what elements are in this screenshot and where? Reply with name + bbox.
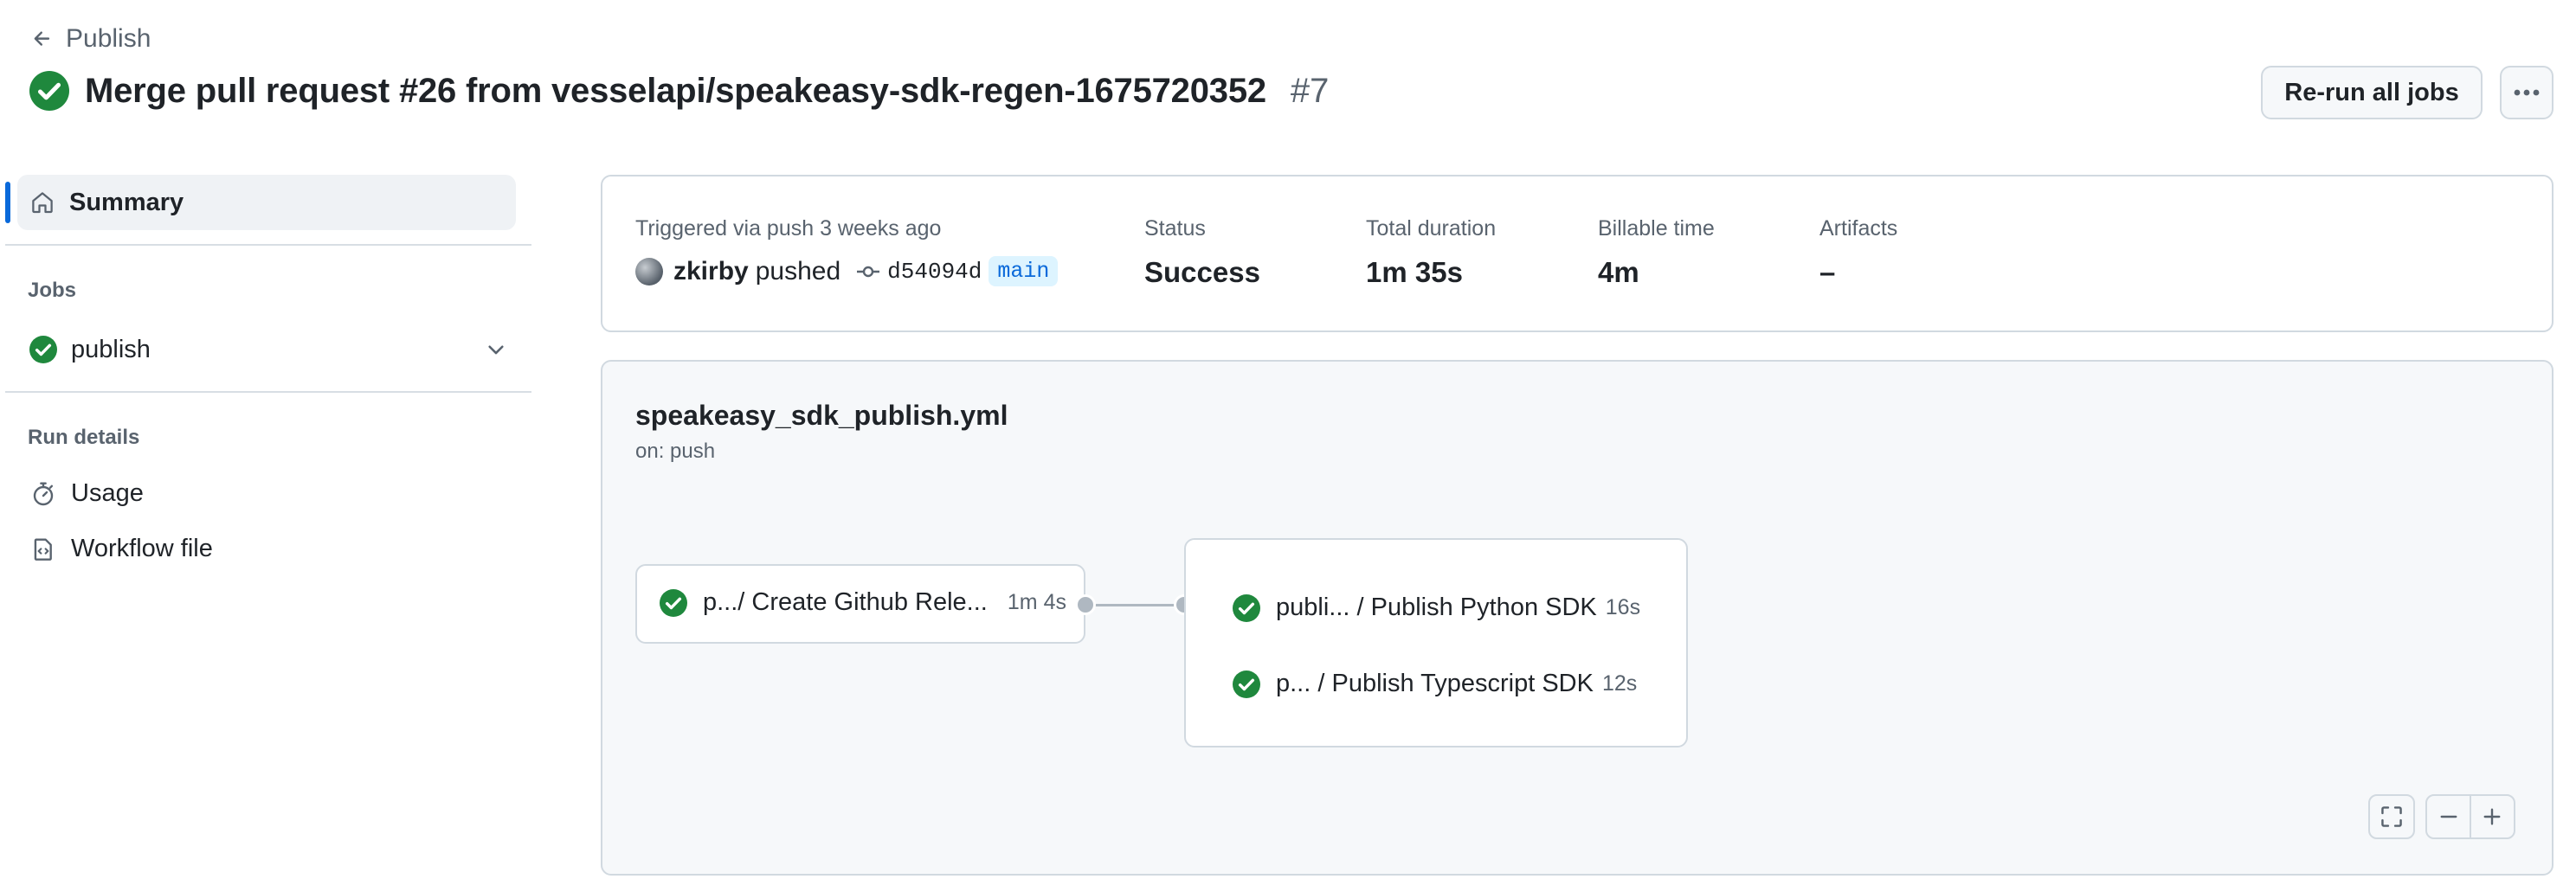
- kebab-horizontal-icon: [2513, 88, 2541, 97]
- trigger-info: zkirby pushed d54094d main: [635, 256, 1059, 286]
- job-label: publish: [71, 335, 151, 363]
- active-indicator: [5, 182, 10, 223]
- status-value: Success: [1144, 256, 1260, 288]
- usage-label: Usage: [71, 479, 144, 507]
- workflow-file-label: Workflow file: [71, 535, 213, 562]
- zoom-in-icon[interactable]: [2471, 806, 2514, 827]
- sidebar-item-summary[interactable]: Summary: [17, 175, 516, 230]
- workflow-file-name[interactable]: speakeasy_sdk_publish.yml: [635, 400, 1008, 432]
- sidebar-item-summary-label: Summary: [69, 188, 184, 216]
- job-duration: 16s: [1605, 595, 1641, 619]
- triggered-label: Triggered via push 3 weeks ago: [635, 216, 942, 241]
- screen-full-icon: [2380, 805, 2403, 828]
- user-link[interactable]: zkirby: [673, 257, 749, 286]
- jobs-heading: Jobs: [28, 279, 77, 302]
- success-check-icon: [1233, 593, 1260, 622]
- rerun-all-jobs-label: Re-run all jobs: [2284, 78, 2459, 106]
- home-icon: [29, 189, 55, 215]
- job-name: p... / Publish Typescript SDK: [1276, 670, 1594, 697]
- more-options-button[interactable]: [2500, 66, 2553, 119]
- git-commit-icon: [856, 263, 880, 280]
- success-check-icon: [29, 336, 57, 363]
- sidebar-item-job-publish[interactable]: publish: [29, 332, 507, 367]
- success-check-icon: [1233, 670, 1260, 698]
- job-node[interactable]: p.../ Create Github Rele... 1m 4s: [635, 564, 1085, 644]
- artifacts-label: Artifacts: [1819, 216, 1898, 241]
- run-title: Merge pull request #26 from vesselapi/sp…: [85, 71, 1266, 110]
- avatar[interactable]: [635, 257, 663, 286]
- commit-sha-link[interactable]: d54094d: [887, 259, 982, 285]
- job-name: publi... / Publish Python SDK: [1276, 593, 1597, 621]
- rerun-all-jobs-button[interactable]: Re-run all jobs: [2261, 66, 2483, 119]
- job-connector-line: [1089, 604, 1186, 606]
- billable-label: Billable time: [1598, 216, 1715, 241]
- arrow-left-icon: [31, 28, 54, 50]
- run-number: #7: [1290, 71, 1330, 110]
- duration-value[interactable]: 1m 35s: [1366, 256, 1463, 289]
- job-row-python[interactable]: publi... / Publish Python SDK 16s: [1233, 593, 1640, 622]
- chevron-down-icon[interactable]: [485, 338, 507, 361]
- job-duration: 12s: [1601, 671, 1638, 696]
- sidebar-divider: [5, 391, 531, 393]
- connector-dot: [1075, 594, 1096, 615]
- file-code-icon: [29, 536, 57, 563]
- success-check-icon: [660, 588, 687, 617]
- fullscreen-button[interactable]: [2368, 794, 2415, 839]
- run-details-heading: Run details: [28, 426, 140, 449]
- sidebar-item-workflow-file[interactable]: Workflow file: [29, 535, 213, 563]
- zoom-out-icon[interactable]: [2427, 806, 2470, 827]
- sidebar-divider: [5, 244, 531, 246]
- page-title: Merge pull request #26 from vesselapi/sp…: [29, 71, 1329, 111]
- billable-value: 4m: [1598, 256, 1639, 288]
- job-name: p.../ Create Github Rele...: [703, 588, 988, 616]
- job-group: publi... / Publish Python SDK 16s p... /…: [1184, 538, 1688, 747]
- sidebar-item-usage[interactable]: Usage: [29, 479, 144, 508]
- stopwatch-icon: [29, 480, 57, 508]
- back-link-label: Publish: [66, 24, 151, 53]
- status-label: Status: [1144, 216, 1206, 241]
- run-summary-card: [601, 175, 2553, 332]
- action-text: pushed: [755, 256, 841, 286]
- job-duration: 1m 4s: [1007, 590, 1066, 614]
- job-row: p.../ Create Github Rele... 1m 4s: [660, 588, 1066, 617]
- workflow-trigger: on: push: [635, 440, 716, 463]
- success-check-icon: [29, 71, 69, 111]
- back-link[interactable]: Publish: [31, 24, 151, 54]
- zoom-controls: [2425, 794, 2515, 839]
- job-row-typescript[interactable]: p... / Publish Typescript SDK 12s: [1233, 670, 1637, 698]
- branch-badge[interactable]: main: [989, 256, 1059, 286]
- duration-label: Total duration: [1366, 216, 1497, 241]
- artifacts-value: –: [1819, 256, 1836, 288]
